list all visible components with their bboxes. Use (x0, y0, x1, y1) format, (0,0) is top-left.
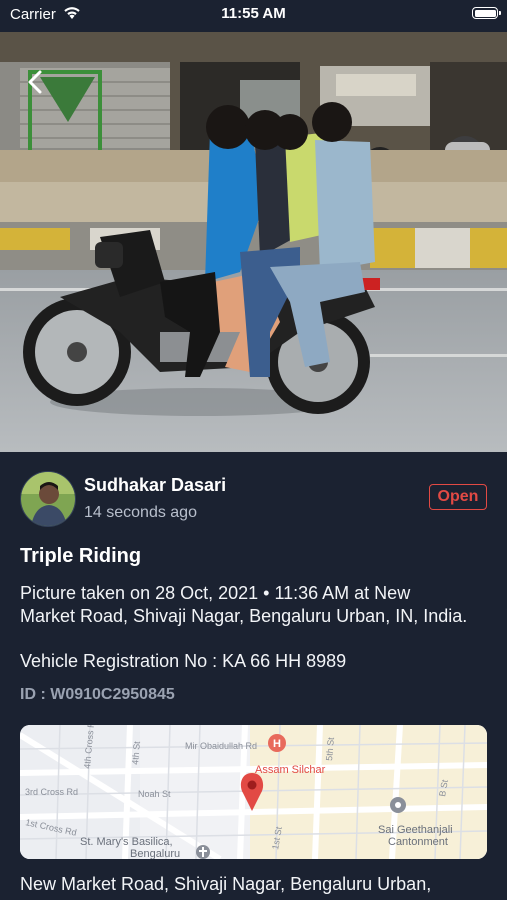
map-label-cantonment: Cantonment (388, 836, 448, 848)
posted-time: 14 seconds ago (84, 504, 197, 521)
map-label-3rd-cross: 3rd Cross Rd (25, 787, 78, 797)
map-label-mir-obaidullah: Mir Obaidullah Rd (185, 741, 257, 751)
map-label-bengaluru: Bengaluru (130, 848, 180, 859)
report-details: Sudhakar Dasari 14 seconds ago Open Trip… (0, 452, 507, 900)
map-label-sai-geethanjali: Sai Geethanjali (378, 824, 453, 836)
status-bar: Carrier 11:55 AM (0, 0, 507, 32)
report-title: Triple Riding (20, 545, 142, 567)
report-description: Picture taken on 28 Oct, 2021 • 11:36 AM… (20, 583, 468, 626)
hospital-icon: H (268, 734, 286, 752)
report-photo (0, 32, 507, 452)
back-arrow-icon[interactable] (22, 64, 52, 100)
map-label-st-marys: St. Mary's Basilica, (80, 836, 173, 848)
map-label-4th-st: 4th St (130, 740, 142, 765)
user-name: Sudhakar Dasari (84, 475, 227, 495)
battery-icon (472, 7, 501, 19)
status-time: 11:55 AM (221, 5, 286, 22)
location-map[interactable]: Mir Obaidullah Rd Assam Silchar 3rd Cros… (20, 725, 487, 859)
vehicle-registration: Vehicle Registration No : KA 66 HH 8989 (20, 651, 347, 671)
map-label-noah-st: Noah St (138, 789, 171, 799)
svg-text:H: H (273, 738, 281, 750)
map-label-5th-st: 5th St (324, 736, 336, 761)
church-icon (196, 845, 210, 859)
report-id: ID : W0910C2950845 (20, 686, 175, 703)
avatar[interactable] (20, 471, 76, 527)
status-badge: Open (429, 484, 487, 510)
place-of-worship-icon (390, 797, 406, 813)
map-label-assam-silchar: Assam Silchar (255, 764, 326, 776)
location-address: New Market Road, Shivaji Nagar, Bengalur… (20, 874, 432, 894)
